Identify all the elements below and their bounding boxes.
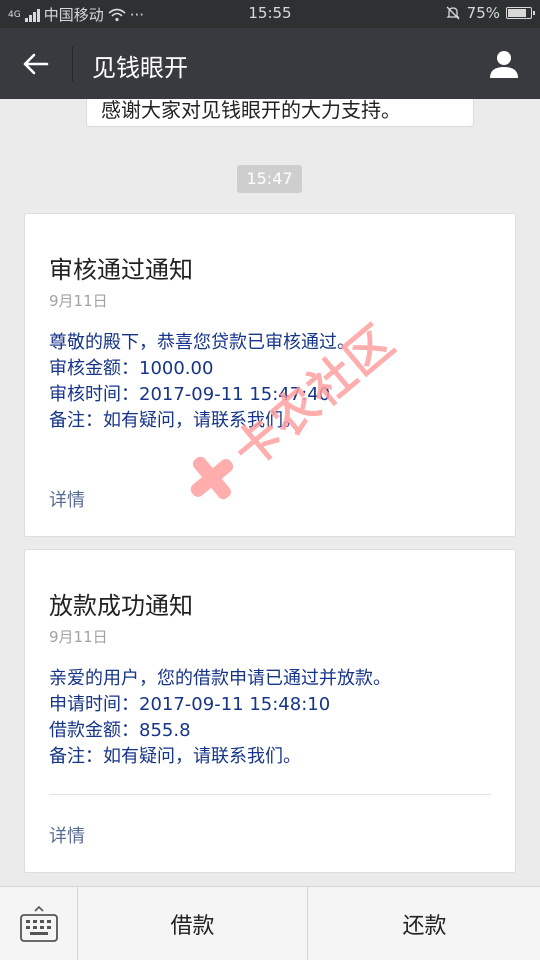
approval-notice-card[interactable]: 审核通过通知 9月11日 尊敬的殿下，恭喜您贷款已审核通过。 审核金额：1000… (24, 213, 516, 537)
status-bar: 4G 中国移动 ··· 15:55 75% (0, 0, 540, 28)
bottom-menu-bar: 借款 还款 (0, 886, 540, 960)
bell-muted-icon (446, 6, 460, 20)
card-line: 备注：如有疑问，请联系我们。 (49, 746, 301, 767)
battery-percent: 75% (466, 4, 500, 22)
title-bar: 见钱眼开 (0, 28, 540, 99)
person-icon (490, 51, 518, 78)
card-line: 申请时间：2017-09-11 15:48:10 (49, 694, 331, 715)
keyboard-icon (19, 905, 58, 942)
back-button[interactable] (14, 42, 58, 86)
back-arrow-icon (23, 53, 49, 75)
page-title: 见钱眼开 (92, 54, 188, 82)
borrow-menu-button[interactable]: 借款 (78, 887, 308, 960)
battery-icon (506, 7, 535, 19)
card-body: 亲爱的用户，您的借款申请已通过并放款。 申请时间：2017-09-11 15:4… (49, 666, 391, 770)
title-divider (72, 46, 73, 82)
card-line: 尊敬的殿下，恭喜您贷款已审核通过。 (49, 332, 355, 353)
profile-button[interactable] (482, 42, 526, 86)
card-date: 9月11日 (49, 628, 108, 646)
details-link[interactable]: 详情 (49, 486, 85, 512)
card-body: 尊敬的殿下，恭喜您贷款已审核通过。 审核金额：1000.00 审核时间：2017… (49, 330, 355, 434)
card-line: 借款金额：855.8 (49, 720, 191, 741)
message-timestamp: 15:47 (237, 165, 302, 193)
card-title: 审核通过通知 (49, 256, 193, 284)
status-right: 75% (445, 4, 535, 22)
chat-area[interactable]: 感谢大家对见钱眼开的大力支持。 15:47 审核通过通知 9月11日 尊敬的殿下… (0, 99, 540, 886)
card-line: 备注：如有疑问，请联系我们。 (49, 410, 301, 431)
keyboard-toggle-button[interactable] (0, 887, 78, 960)
loan-disbursed-card[interactable]: 放款成功通知 9月11日 亲爱的用户，您的借款申请已通过并放款。 申请时间：20… (24, 549, 516, 873)
card-line: 审核金额：1000.00 (49, 358, 214, 379)
card-divider (49, 794, 491, 795)
card-line: 亲爱的用户，您的借款申请已通过并放款。 (49, 668, 391, 689)
details-link[interactable]: 详情 (49, 822, 85, 848)
previous-message-bubble: 感谢大家对见钱眼开的大力支持。 (86, 99, 474, 127)
repay-menu-button[interactable]: 还款 (309, 887, 540, 960)
card-title: 放款成功通知 (49, 592, 193, 620)
card-date: 9月11日 (49, 292, 108, 310)
card-line: 审核时间：2017-09-11 15:47:40 (49, 384, 331, 405)
